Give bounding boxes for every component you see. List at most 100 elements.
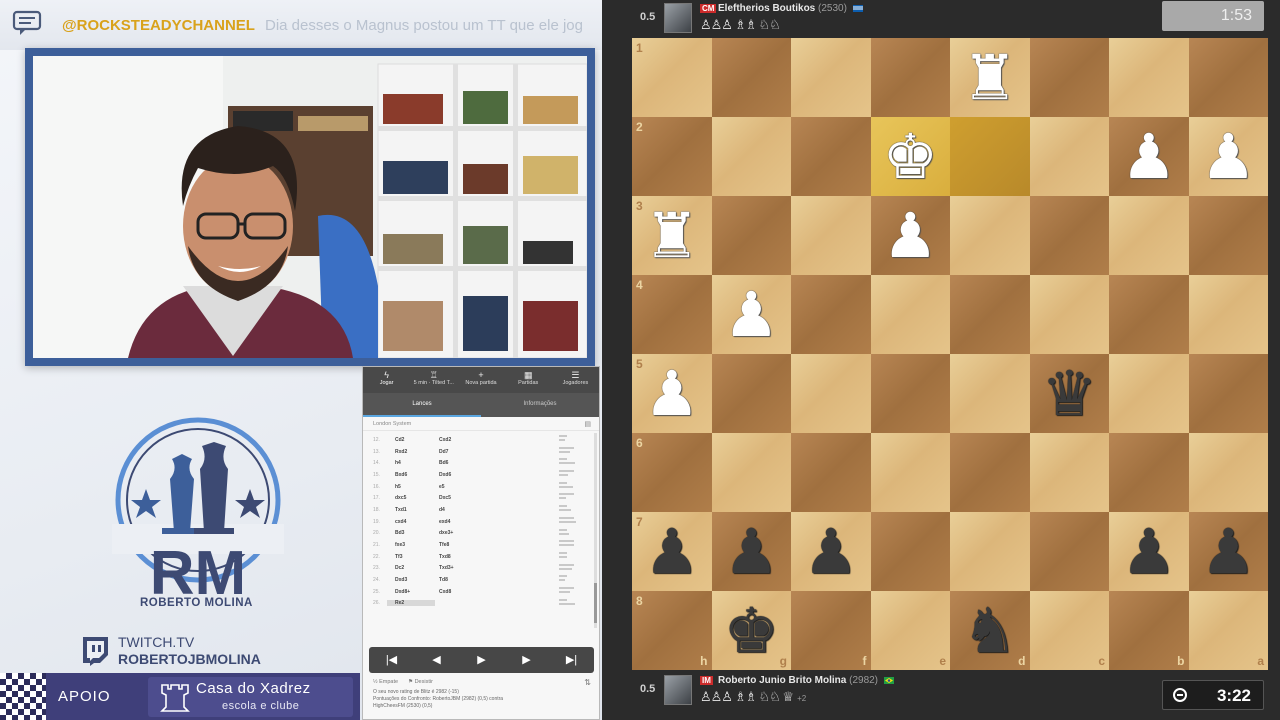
square-d5[interactable]	[950, 354, 1030, 433]
square-c5[interactable]: ♛	[1029, 354, 1110, 433]
black-move[interactable]: Cxd8	[435, 589, 525, 595]
move-row[interactable]: 19. cxd4 exd4	[363, 516, 599, 528]
square-d7[interactable]	[950, 512, 1030, 591]
black-move[interactable]: Dxd6	[435, 472, 525, 478]
white-pawn-piece[interactable]: ♟	[1109, 117, 1189, 196]
square-h4[interactable]: 4	[632, 275, 712, 354]
square-e2[interactable]: ♚	[870, 117, 951, 196]
black-move[interactable]: dxe3+	[435, 530, 525, 536]
white-move[interactable]: Rxd2	[387, 449, 435, 455]
square-a3[interactable]	[1188, 196, 1268, 275]
white-pawn-piece[interactable]: ♟	[632, 354, 712, 433]
square-a8[interactable]: a	[1188, 591, 1268, 670]
square-e6[interactable]	[870, 433, 950, 512]
square-a1[interactable]	[1188, 38, 1268, 117]
square-a4[interactable]	[1188, 275, 1268, 354]
square-e3[interactable]: ♟	[870, 196, 951, 275]
flip-board-icon[interactable]: ⇅	[584, 678, 591, 687]
square-d4[interactable]	[950, 275, 1030, 354]
white-rook-piece[interactable]: ♜	[632, 196, 712, 275]
black-queen-piece[interactable]: ♛	[1030, 354, 1110, 433]
player-name[interactable]: Eleftherios Boutikos (2530)	[718, 3, 863, 14]
black-move[interactable]: exd4	[435, 519, 525, 525]
black-move[interactable]: Txd3+	[435, 565, 525, 571]
black-pawn-piece[interactable]: ♟	[791, 512, 871, 591]
play-button[interactable]: ▶	[459, 647, 504, 673]
square-g4[interactable]: ♟	[711, 275, 791, 354]
black-pawn-piece[interactable]: ♟	[632, 512, 712, 591]
move-row[interactable]: 14. h4 Bd6	[363, 457, 599, 469]
first-move-button[interactable]: |◀	[369, 647, 414, 673]
black-move[interactable]: Dd7	[435, 449, 525, 455]
black-king-piece[interactable]: ♚	[712, 591, 792, 670]
square-h1[interactable]: 1	[632, 38, 712, 117]
white-pawn-piece[interactable]: ♟	[871, 196, 951, 275]
square-g7[interactable]: ♟	[711, 512, 792, 591]
square-b6[interactable]	[1109, 433, 1189, 512]
square-b7[interactable]: ♟	[1109, 512, 1189, 591]
resign-button[interactable]: ⚑ Desistir	[408, 679, 433, 685]
black-move[interactable]: Cxd2	[435, 437, 525, 443]
book-icon[interactable]: ▤	[584, 420, 591, 428]
white-move[interactable]: Tf3	[387, 554, 435, 560]
move-row[interactable]: 21. fxe3 Tfe8	[363, 539, 599, 551]
white-move[interactable]: Bxd6	[387, 472, 435, 478]
square-b2[interactable]: ♟	[1109, 117, 1189, 196]
white-move[interactable]: Cd2	[387, 437, 435, 443]
square-c2[interactable]	[1029, 117, 1109, 196]
square-e8[interactable]: e	[870, 591, 950, 670]
white-pawn-piece[interactable]: ♟	[1189, 117, 1269, 196]
nav-tab-1[interactable]: ♖ 5 min · Tilted T...	[410, 367, 457, 393]
square-e7[interactable]	[870, 512, 950, 591]
white-move[interactable]: dxc5	[387, 495, 435, 501]
move-row[interactable]: 20. Bd3 dxe3+	[363, 528, 599, 540]
move-row[interactable]: 25. Dxd8+ Cxd8	[363, 586, 599, 598]
prev-move-button[interactable]: ◀	[414, 647, 459, 673]
square-a5[interactable]	[1188, 354, 1268, 433]
move-row[interactable]: 12. Cd2 Cxd2	[363, 434, 599, 446]
white-move[interactable]: Bd3	[387, 530, 435, 536]
square-f3[interactable]	[791, 196, 871, 275]
square-a7[interactable]: ♟	[1188, 512, 1269, 591]
move-row[interactable]: 26. Re2	[363, 598, 599, 610]
square-f8[interactable]: f	[791, 591, 871, 670]
white-king-piece[interactable]: ♚	[871, 117, 951, 196]
square-g5[interactable]	[711, 354, 791, 433]
square-d1[interactable]: ♜	[950, 38, 1030, 117]
square-h5[interactable]: 5 ♟	[632, 354, 712, 433]
square-e5[interactable]	[870, 354, 950, 433]
square-b5[interactable]	[1109, 354, 1189, 433]
square-f2[interactable]	[791, 117, 871, 196]
black-pawn-piece[interactable]: ♟	[712, 512, 792, 591]
black-pawn-piece[interactable]: ♟	[1109, 512, 1189, 591]
move-row[interactable]: 16. h5 e5	[363, 481, 599, 493]
square-h7[interactable]: 7 ♟	[632, 512, 712, 591]
square-d3[interactable]	[950, 196, 1030, 275]
move-row[interactable]: 18. Txd1 d4	[363, 504, 599, 516]
square-f1[interactable]	[791, 38, 871, 117]
white-move[interactable]: h4	[387, 460, 435, 466]
nav-tab-3[interactable]: ▦ Partidas	[505, 367, 552, 393]
last-move-button[interactable]: ▶|	[549, 647, 594, 673]
black-pawn-piece[interactable]: ♟	[1189, 512, 1269, 591]
square-g8[interactable]: g ♚	[711, 591, 792, 670]
tab-informacoes[interactable]: Informações	[481, 393, 599, 417]
square-f5[interactable]	[791, 354, 871, 433]
black-move[interactable]: Dxc5	[435, 495, 525, 501]
white-move[interactable]: Re2	[387, 600, 435, 607]
square-g6[interactable]	[711, 433, 791, 512]
square-h8[interactable]: 8h	[632, 591, 712, 670]
white-move[interactable]: Dxd8+	[387, 589, 435, 595]
avatar[interactable]	[664, 3, 692, 33]
square-d8[interactable]: d ♞	[950, 591, 1030, 670]
square-h6[interactable]: 6	[632, 433, 712, 512]
white-move[interactable]: cxd4	[387, 519, 435, 525]
move-row[interactable]: 15. Bxd6 Dxd6	[363, 469, 599, 481]
square-c6[interactable]	[1029, 433, 1109, 512]
square-d6[interactable]	[950, 433, 1030, 512]
square-g2[interactable]	[711, 117, 791, 196]
white-move[interactable]: fxe3	[387, 542, 435, 548]
white-rook-piece[interactable]: ♜	[950, 38, 1030, 117]
move-row[interactable]: 13. Rxd2 Dd7	[363, 446, 599, 458]
square-b8[interactable]: b	[1109, 591, 1189, 670]
